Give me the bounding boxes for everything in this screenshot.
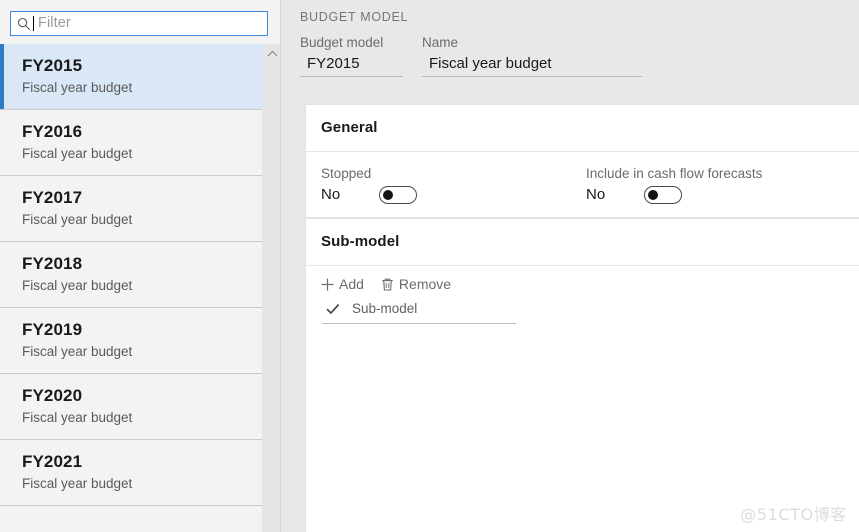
cashflow-toggle[interactable] bbox=[644, 186, 682, 204]
general-card-title: General bbox=[321, 119, 378, 136]
list-item[interactable]: FY2017 Fiscal year budget bbox=[0, 176, 262, 242]
list-item-subtitle: Fiscal year budget bbox=[22, 344, 133, 359]
list-item-subtitle: Fiscal year budget bbox=[22, 80, 133, 95]
stopped-row: No bbox=[321, 185, 586, 205]
list-item-title: FY2021 bbox=[22, 452, 83, 471]
list-item-title: FY2019 bbox=[22, 320, 83, 339]
list-item[interactable]: FY2021 Fiscal year budget bbox=[0, 440, 262, 506]
cashflow-value: No bbox=[586, 186, 606, 203]
cashflow-label: Include in cash flow forecasts bbox=[586, 166, 763, 181]
general-card: General Stopped No Include in cash flow … bbox=[306, 105, 859, 217]
name-label: Name bbox=[422, 35, 459, 50]
list-item-title: FY2016 bbox=[22, 122, 83, 141]
budget-model-field: Budget model FY2015 bbox=[300, 34, 403, 77]
list-item-title: FY2020 bbox=[22, 386, 83, 405]
trash-icon bbox=[380, 277, 395, 292]
list-item-subtitle: Fiscal year budget bbox=[22, 278, 133, 293]
name-value[interactable]: Fiscal year budget bbox=[422, 52, 642, 77]
text-caret bbox=[33, 16, 34, 31]
list-item-subtitle: Fiscal year budget bbox=[22, 212, 133, 227]
search-input[interactable]: Filter bbox=[10, 11, 268, 36]
app-root: Filter FY2015 Fiscal year budget FY2016 Fis… bbox=[0, 0, 859, 532]
list-item-subtitle: Fiscal year budget bbox=[22, 146, 133, 161]
budget-model-value[interactable]: FY2015 bbox=[300, 52, 403, 77]
budget-model-list[interactable]: FY2015 Fiscal year budget FY2016 Fiscal yea… bbox=[0, 44, 281, 532]
list-item-title: FY2015 bbox=[22, 56, 83, 75]
add-button[interactable]: Add bbox=[320, 275, 364, 293]
stopped-toggle[interactable] bbox=[379, 186, 417, 204]
list-item-subtitle: Fiscal year budget bbox=[22, 476, 133, 491]
remove-button[interactable]: Remove bbox=[380, 275, 451, 293]
list-item[interactable]: FY2019 Fiscal year budget bbox=[0, 308, 262, 374]
budget-model-label: Budget model bbox=[300, 35, 384, 50]
sidebar-scrollbar[interactable] bbox=[262, 44, 281, 532]
stopped-value: No bbox=[321, 186, 341, 203]
submodel-grid[interactable]: Sub-model bbox=[322, 300, 516, 324]
list-item-subtitle: Fiscal year budget bbox=[22, 410, 133, 425]
submodel-card-title: Sub-model bbox=[321, 233, 400, 250]
list-item[interactable]: FY2020 Fiscal year budget bbox=[0, 374, 262, 440]
chevron-up-icon[interactable] bbox=[263, 44, 281, 63]
remove-button-label: Remove bbox=[398, 276, 452, 292]
page-title: BUDGET MODEL bbox=[300, 10, 409, 24]
list-item[interactable]: FY2018 Fiscal year budget bbox=[0, 242, 262, 308]
grid-header-row: Sub-model bbox=[322, 300, 516, 324]
plus-icon bbox=[320, 277, 335, 292]
list-item[interactable]: FY2015 Fiscal year budget bbox=[0, 44, 262, 110]
general-card-body: Stopped No Include in cash flow forecast… bbox=[306, 152, 859, 205]
cashflow-toggle-group: Include in cash flow forecasts No bbox=[586, 164, 762, 205]
content-pane: BUDGET MODEL Budget model FY2015 Name Fi… bbox=[281, 0, 859, 532]
watermark: @51CTO博客 bbox=[740, 505, 847, 524]
search-placeholder: Filter bbox=[38, 15, 71, 32]
list-item-title: FY2017 bbox=[22, 188, 83, 207]
search-icon bbox=[17, 17, 31, 31]
name-field: Name Fiscal year budget bbox=[422, 34, 642, 77]
checkmark-icon[interactable] bbox=[322, 303, 344, 315]
toggle-knob bbox=[383, 190, 393, 200]
stopped-label: Stopped bbox=[321, 166, 372, 181]
stopped-toggle-group: Stopped No bbox=[321, 164, 586, 205]
submodel-card: Sub-model Add Remove Sub-model bbox=[306, 219, 859, 532]
sidebar: Filter FY2015 Fiscal year budget FY2016 Fis… bbox=[0, 0, 281, 532]
submodel-toolbar: Add Remove bbox=[306, 266, 859, 293]
filter-bar: Filter bbox=[0, 0, 281, 44]
grid-column-header-submodel[interactable]: Sub-model bbox=[344, 300, 417, 318]
list-item[interactable]: FY2016 Fiscal year budget bbox=[0, 110, 262, 176]
toggle-knob bbox=[648, 190, 658, 200]
cashflow-row: No bbox=[586, 185, 762, 205]
list-item-title: FY2018 bbox=[22, 254, 83, 273]
page-header: BUDGET MODEL Budget model FY2015 Name Fi… bbox=[300, 8, 859, 77]
add-button-label: Add bbox=[339, 276, 364, 292]
header-fields: Budget model FY2015 Name Fiscal year bud… bbox=[300, 34, 859, 77]
